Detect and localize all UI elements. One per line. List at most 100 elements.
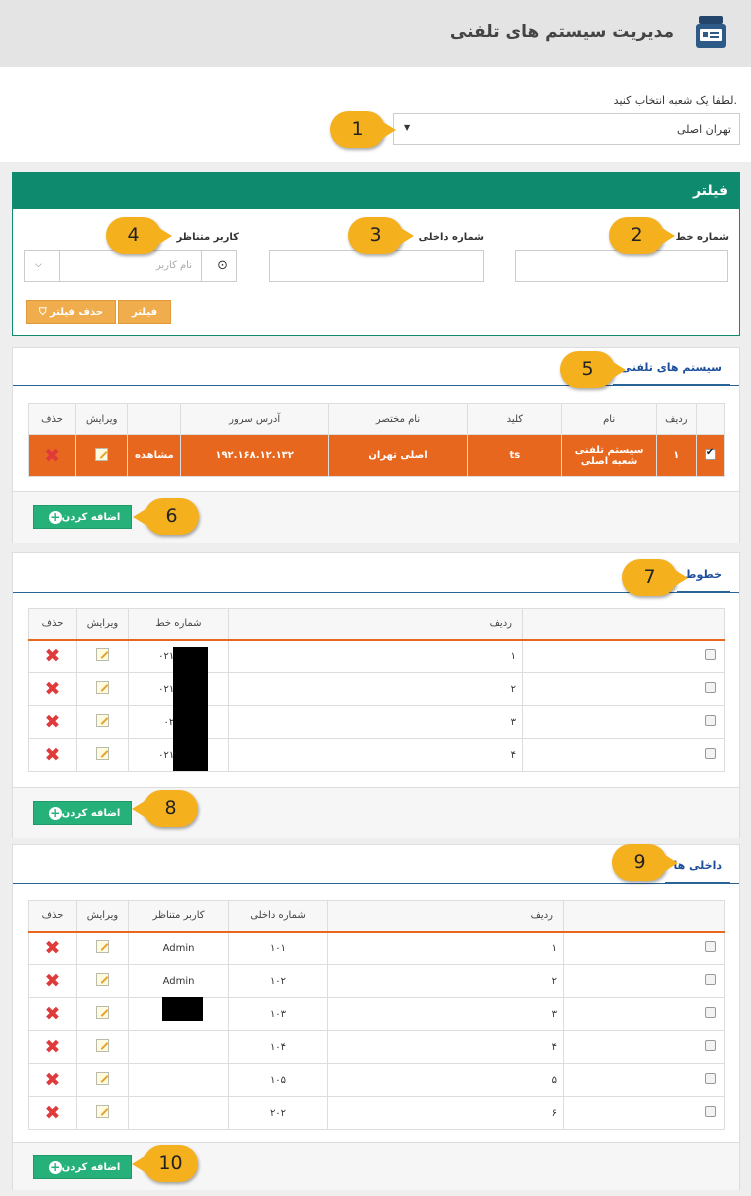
- user-select[interactable]: ⌵ نام کاربر ⊙: [24, 250, 237, 282]
- delete-icon[interactable]: ✖: [45, 1005, 61, 1024]
- row-checkbox[interactable]: [705, 748, 716, 759]
- caret-down-icon: ▼: [404, 123, 411, 132]
- extension-cell: ۱۰۳: [228, 997, 328, 1031]
- view-link[interactable]: مشاهده: [127, 434, 182, 477]
- extensions-panel: داخلی ها حذف ویرایش کاربر متناظر شماره د…: [12, 844, 740, 1190]
- table-row[interactable]: ✖ ۰۲۱۴ ۰ ۳: [28, 705, 725, 739]
- plus-icon: +: [48, 509, 62, 524]
- redaction-box: [162, 997, 203, 1021]
- add-extension-button[interactable]: +اضافه کردن: [33, 1155, 132, 1179]
- line-number-input[interactable]: [515, 250, 728, 282]
- table-row[interactable]: ✖ ord t۱ ۱۰۳ ۳: [28, 997, 725, 1031]
- row-checkbox[interactable]: [705, 1106, 716, 1117]
- col-delete: حذف: [28, 608, 77, 641]
- callout-marker: 2: [609, 217, 675, 254]
- col-row: ردیف: [228, 608, 523, 641]
- table-row[interactable]: ✖ Admin ۱۰۱ ۱: [28, 931, 725, 965]
- key-cell: ts: [467, 434, 563, 477]
- delete-icon[interactable]: ✖: [44, 446, 60, 465]
- row-checkbox[interactable]: [705, 715, 716, 726]
- row-cell: ۱: [327, 931, 564, 965]
- branch-select[interactable]: تهران اصلی ▼: [393, 113, 740, 145]
- add-system-button[interactable]: +اضافه کردن: [33, 505, 132, 529]
- col-line-number: شماره خط: [128, 608, 229, 641]
- extension-cell: ۱۰۲: [228, 964, 328, 998]
- edit-icon[interactable]: [96, 940, 109, 954]
- clear-filter-button[interactable]: ⛉ حذف فیلتر: [26, 300, 116, 324]
- row-checkbox[interactable]: [705, 682, 716, 693]
- page-title: مدیریت سیستم های تلفنی: [449, 22, 674, 42]
- row-checkbox[interactable]: [705, 649, 716, 661]
- user-cell: [128, 1063, 229, 1097]
- edit-icon[interactable]: [96, 973, 109, 986]
- edit-icon[interactable]: [96, 1072, 109, 1085]
- row-checkbox[interactable]: [705, 1073, 716, 1084]
- lines-table: حذف ویرایش شماره خط ردیف ✖ ۰۲۱۴۲ ۰۰ ۱ ✖ …: [28, 608, 725, 772]
- filter-button[interactable]: فیلتر: [118, 300, 171, 324]
- row-checkbox[interactable]: [704, 447, 716, 460]
- edit-icon[interactable]: [96, 714, 109, 727]
- delete-icon[interactable]: ✖: [45, 972, 61, 991]
- callout-marker: 10: [132, 1145, 198, 1182]
- edit-icon[interactable]: [96, 681, 109, 694]
- delete-icon[interactable]: ✖: [45, 680, 61, 699]
- edit-icon[interactable]: [96, 1039, 109, 1052]
- target-icon[interactable]: ⊙: [217, 258, 228, 273]
- short-name-cell: اصلی تهران: [327, 434, 469, 477]
- user-label: کاربر متناظر: [176, 232, 239, 243]
- col-edit: ویرایش: [76, 608, 129, 641]
- edit-icon[interactable]: [96, 747, 109, 760]
- table-row[interactable]: ✖ مشاهده ۱۹۲.۱۶۸.۱۲.۱۳۲ اصلی تهران ts سی…: [27, 434, 726, 477]
- server-cell: ۱۹۲.۱۶۸.۱۲.۱۳۲: [180, 434, 329, 477]
- edit-icon[interactable]: [96, 1006, 109, 1019]
- delete-icon[interactable]: ✖: [45, 939, 61, 958]
- edit-icon[interactable]: [96, 1105, 109, 1118]
- row-checkbox[interactable]: [705, 974, 716, 985]
- chevron-down-icon[interactable]: ⌵: [35, 260, 42, 270]
- table-row[interactable]: ✖ ۱۰۵ ۵: [28, 1063, 725, 1097]
- extension-input[interactable]: [269, 250, 484, 282]
- user-placeholder: نام کاربر: [155, 260, 192, 271]
- edit-icon[interactable]: [96, 648, 109, 662]
- col-edit: ویرایش: [76, 900, 129, 933]
- row-cell: ۴: [327, 1030, 564, 1064]
- table-row[interactable]: ✖ ۰۲۱۴۲ ۰۰ ۴: [28, 738, 725, 772]
- delete-icon[interactable]: ✖: [45, 1104, 61, 1123]
- user-cell: [128, 1030, 229, 1064]
- table-row[interactable]: ✖ ۱۰۴ ۴: [28, 1030, 725, 1064]
- delete-icon[interactable]: ✖: [45, 647, 61, 666]
- extension-cell: ۱۰۱: [228, 931, 328, 965]
- plus-icon: +: [48, 1159, 62, 1174]
- table-row[interactable]: ✖ ۲۰۲ ۶: [28, 1096, 725, 1130]
- col-short-name: نام مختصر: [327, 403, 469, 435]
- callout-marker: 7: [622, 559, 688, 596]
- branch-label: لطفا یک شعبه انتخاب کنید.: [613, 94, 737, 107]
- row-checkbox[interactable]: [705, 941, 716, 953]
- extensions-table: حذف ویرایش کاربر متناظر شماره داخلی ردیف…: [28, 900, 725, 1130]
- line-number-label: شماره خط: [675, 232, 729, 243]
- delete-icon[interactable]: ✖: [45, 1071, 61, 1090]
- col-select: [522, 608, 725, 641]
- edit-icon[interactable]: [95, 447, 109, 461]
- row-checkbox[interactable]: [705, 1040, 716, 1051]
- table-row[interactable]: ✖ ۰۲۱۴۲ ۰۰ ۱: [28, 639, 725, 673]
- delete-icon[interactable]: ✖: [45, 713, 61, 732]
- funnel-icon: ⛉: [38, 307, 47, 318]
- filter-title: فیلتر: [13, 173, 739, 209]
- extensions-footer: +اضافه کردن: [13, 1142, 739, 1190]
- tab-systems[interactable]: سیستم های تلفنی: [612, 354, 730, 386]
- row-checkbox[interactable]: [705, 1007, 716, 1018]
- table-row[interactable]: ✖ ۰۲۱۴۲ ۰۰ ۲: [28, 672, 725, 706]
- col-row: ردیف: [327, 900, 564, 933]
- systems-footer: +اضافه کردن: [13, 491, 739, 543]
- callout-marker: 9: [612, 844, 678, 881]
- user-cell: Admin: [128, 964, 229, 998]
- callout-marker: 6: [133, 498, 199, 535]
- add-line-button[interactable]: +اضافه کردن: [33, 801, 132, 825]
- user-cell: Admin: [128, 931, 229, 965]
- delete-icon[interactable]: ✖: [45, 1038, 61, 1057]
- table-row[interactable]: ✖ Admin ۱۰۲ ۲: [28, 964, 725, 998]
- redaction-box: [173, 647, 208, 771]
- delete-icon[interactable]: ✖: [45, 746, 61, 765]
- extension-cell: ۱۰۴: [228, 1030, 328, 1064]
